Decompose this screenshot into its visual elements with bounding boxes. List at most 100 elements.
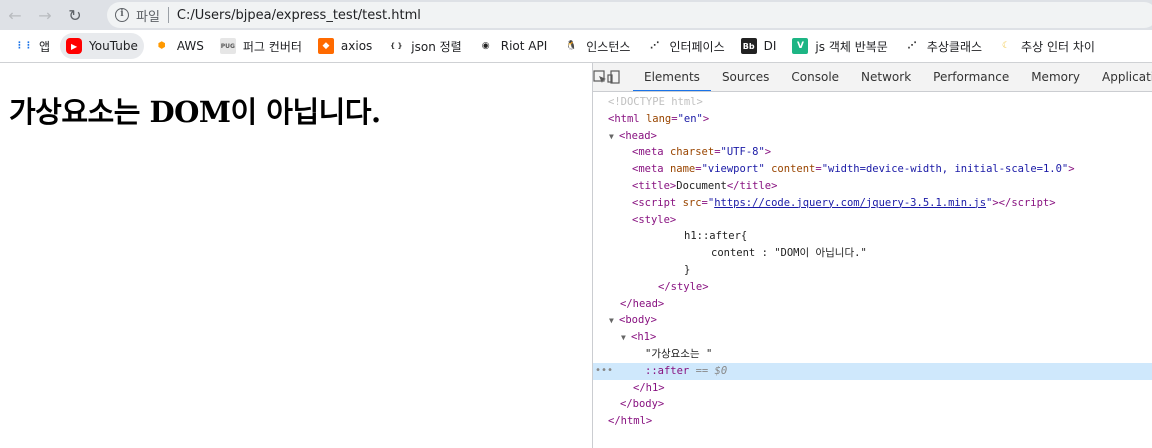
dom-h1-open[interactable]: ▼ <h1> — [593, 329, 1152, 346]
bookmark-item[interactable]: 🐧 인스턴스 — [557, 33, 636, 59]
dom-h1-text[interactable]: "가상요소는 " — [593, 346, 1152, 363]
style-selector: h1::after{ — [684, 230, 748, 243]
bookmark-label: 인터페이스 — [669, 39, 725, 54]
more-dots-icon[interactable]: ••• — [595, 363, 613, 380]
dom-body-close[interactable]: </body> — [593, 396, 1152, 413]
apps-grid-icon: ⋮⋮ — [15, 41, 33, 51]
elements-tree: <!DOCTYPE html> <html lang="en"> ▼ <head>… — [593, 92, 1152, 430]
json-icon: { } — [390, 42, 403, 50]
dom-h1-close[interactable]: </h1> — [593, 380, 1152, 397]
devtools-tabbar: Elements Sources Console Network Performance… — [593, 63, 1152, 92]
device-toolbar-icon[interactable] — [607, 63, 621, 91]
bookmarks-bar: ⋮⋮ 앱 ▶ YouTube ⬢ AWS PUG 퍼그 컨버터 ◆ axios { } json 정렬… — [0, 30, 1152, 62]
bookmark-item[interactable]: ⋮⋮ 앱 — [10, 33, 56, 59]
dom-title[interactable]: <title>Document</title> — [593, 178, 1152, 195]
heading-text: 가상요소는 — [9, 95, 150, 129]
html-tag-name: html — [614, 112, 640, 125]
bookmark-label: DI — [763, 39, 777, 53]
bookmark-label: 앱 — [39, 39, 51, 54]
bookmark-label: 인스턴스 — [586, 39, 631, 54]
back-icon[interactable]: ← — [0, 0, 30, 30]
bookmark-item[interactable]: ⬢ AWS — [148, 33, 210, 59]
dom-style-close[interactable]: </style> — [593, 279, 1152, 296]
h1-text-node: "가상요소는 " — [645, 347, 713, 360]
dom-head-open[interactable]: ▼ <head> — [593, 128, 1152, 145]
devtools-panel: Elements Sources Console Network Performance… — [592, 63, 1152, 448]
meta-content-val: "width=device-width, initial-scale=1.0" — [821, 163, 1069, 176]
script-src-link[interactable]: https://code.jquery.com/jquery-3.5.1.min… — [714, 197, 986, 209]
dom-after-pseudo-selected[interactable]: •••::after == $0 — [593, 362, 1152, 380]
dom-html[interactable]: <html lang="en"> — [593, 111, 1152, 128]
lang-val: "en" — [677, 112, 703, 125]
devtools-tab-application[interactable]: Application — [1091, 63, 1152, 91]
meta-name-attr: name — [669, 163, 696, 176]
bookmark-label: js 객체 반복문 — [815, 39, 888, 54]
meta-charset-val: "UTF-8" — [720, 146, 765, 159]
moon-icon: ☾ — [1002, 41, 1011, 51]
head-tag-name: head — [625, 129, 651, 142]
bookmark-item[interactable]: { } json 정렬 — [382, 33, 467, 59]
bookmark-item[interactable]: ⋰ 인터페이스 — [640, 33, 730, 59]
style-content-line: content : "DOM이 아닙니다." — [593, 245, 1152, 262]
dom-meta-charset[interactable]: <meta charset="UTF-8"> — [593, 144, 1152, 161]
dom-doctype[interactable]: <!DOCTYPE html> — [593, 94, 1152, 111]
aws-cube-icon: ⬢ — [157, 41, 166, 51]
style-rule-line: h1::after{ — [593, 228, 1152, 245]
bookmark-item[interactable]: PUG 퍼그 컨버터 — [214, 33, 308, 59]
dom-meta-viewport[interactable]: <meta name="viewport" content="width=dev… — [593, 161, 1152, 178]
devtools-tab-sources[interactable]: Sources — [711, 63, 780, 91]
bookmark-label: json 정렬 — [411, 39, 462, 54]
bookmark-item[interactable]: ▶ YouTube — [60, 33, 144, 59]
bookmark-label: axios — [340, 39, 373, 53]
bookmark-item[interactable]: Vjs 객체 반복문 — [786, 33, 893, 59]
url-text[interactable]: C:/Users/bjpea/express_test/test.html — [177, 8, 421, 23]
meta-content-attr: content — [771, 163, 816, 176]
reload-icon[interactable]: ↻ — [60, 0, 90, 30]
omnibox-separator — [167, 7, 169, 23]
bookmark-label: 퍼그 컨버터 — [242, 39, 302, 54]
dom-style-open[interactable]: <style> — [593, 212, 1152, 229]
page-heading: 가상요소는 DOM이 아닙니다. — [9, 89, 381, 131]
dom-script[interactable]: <script src="https://code.jquery.com/jqu… — [593, 195, 1152, 212]
address-bar-row: ← → ↻ i 파일 C:/Users/bjpea/express_test/t… — [0, 0, 1152, 30]
bookmark-item[interactable]: ◆ axios — [312, 33, 378, 59]
devtools-tab-console[interactable]: Console — [780, 63, 850, 91]
dots-icon: ⋰ — [907, 41, 917, 51]
pug-icon: PUG — [219, 38, 236, 54]
bb-icon: Bb — [740, 38, 757, 54]
inspect-element-icon[interactable] — [593, 63, 607, 91]
bookmark-label: Riot API — [500, 39, 548, 53]
bookmark-label: AWS — [176, 39, 204, 53]
body-tag-name: body — [625, 314, 651, 327]
dots-icon: ⋰ — [649, 41, 659, 51]
bookmark-item[interactable]: Bb DI — [735, 33, 783, 59]
bookmark-item[interactable]: ◉ Riot API — [472, 33, 554, 59]
info-icon[interactable]: i — [115, 8, 129, 22]
page-viewport: 가상요소는 DOM이 아닙니다. — [0, 63, 592, 448]
youtube-icon: ▶ — [66, 38, 83, 54]
v-icon: V — [792, 38, 809, 54]
dom-head-close[interactable]: </head> — [593, 296, 1152, 313]
meta-name-val: "viewport" — [701, 163, 765, 176]
style-brace: } — [684, 263, 691, 276]
linux-icon: 🐧 — [565, 41, 577, 51]
devtools-tab-network[interactable]: Network — [850, 63, 922, 91]
title-text: Document — [676, 179, 727, 192]
dom-body-open[interactable]: ▼ <body> — [593, 312, 1152, 329]
riot-icon: ◉ — [481, 41, 490, 51]
bookmark-item[interactable]: ⋰ 추상클래스 — [898, 33, 988, 59]
dom-html-close[interactable]: </html> — [593, 413, 1152, 430]
devtools-tab-elements[interactable]: Elements — [633, 63, 711, 91]
expand-triangle-icon[interactable]: ▼ — [609, 129, 619, 146]
style-content: content : "DOM이 아닙니다." — [711, 247, 867, 260]
expand-triangle-icon[interactable]: ▼ — [621, 330, 631, 347]
devtools-tab-memory[interactable]: Memory — [1020, 63, 1091, 91]
h1-tag-name: h1 — [637, 331, 650, 344]
omnibox[interactable]: i 파일 C:/Users/bjpea/express_test/test.ht… — [107, 2, 1152, 28]
after-pseudo: ::after — [645, 364, 690, 377]
heading-after-pseudo: DOM이 아닙니다. — [149, 95, 382, 129]
devtools-tab-performance[interactable]: Performance — [922, 63, 1020, 91]
bookmark-item[interactable]: ☾ 추상 인터 차이 — [992, 33, 1101, 59]
forward-icon[interactable]: → — [30, 0, 60, 30]
expand-triangle-icon[interactable]: ▼ — [609, 313, 619, 330]
